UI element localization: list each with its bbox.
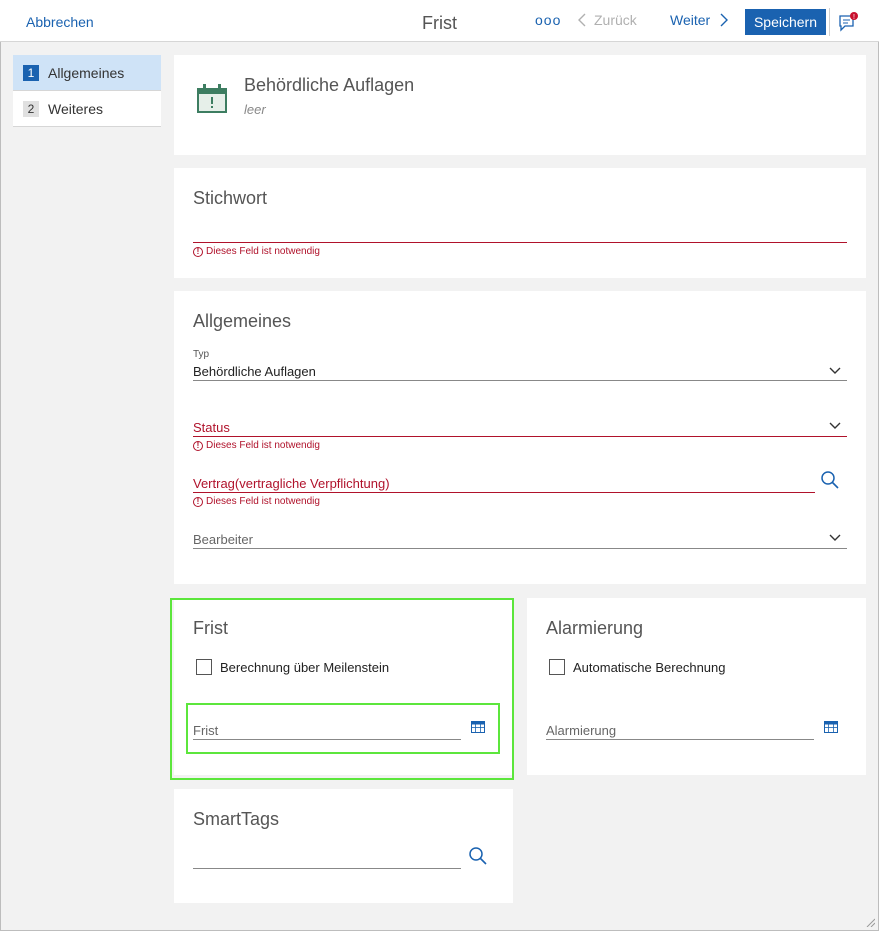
highlight-frist-field (186, 703, 500, 754)
chevron-left-icon (578, 13, 586, 27)
back-button[interactable]: Zurück (578, 12, 637, 28)
record-title: Behördliche Auflagen (244, 75, 415, 95)
chevron-down-icon[interactable] (829, 367, 841, 375)
alarm-field-label: Alarmierung (546, 723, 617, 738)
sidebar-item-label: Weiteres (48, 100, 103, 117)
bearbeiter-label: Bearbeiter (193, 532, 253, 547)
notification-badge: ! (853, 14, 855, 21)
stichwort-input[interactable] (193, 242, 847, 243)
smarttags-input[interactable] (193, 868, 461, 869)
smarttags-title: SmartTags (193, 809, 280, 829)
typ-label: Typ (193, 349, 210, 360)
typ-select[interactable] (193, 380, 847, 381)
status-select[interactable] (193, 436, 847, 437)
more-options-button[interactable]: ooo (535, 12, 561, 28)
sidebar-item-allgemeines[interactable]: 1 Allgemeines (13, 55, 161, 91)
next-button[interactable]: Weiter (670, 12, 729, 28)
error-text: Dieses Feld ist notwendig (206, 440, 320, 451)
stichwort-error: ! Dieses Feld ist notwendig (193, 246, 320, 257)
alarm-date-input[interactable] (546, 739, 814, 740)
bearbeiter-select[interactable] (193, 548, 847, 549)
smarttags-card: SmartTags (174, 789, 513, 903)
allgemeines-title: Allgemeines (193, 311, 292, 331)
chevron-down-icon[interactable] (829, 534, 841, 542)
error-text: Dieses Feld ist notwendig (206, 246, 320, 257)
calendar-icon[interactable] (824, 721, 838, 733)
chat-icon: ! (839, 12, 858, 32)
vertrag-error: ! Dieses Feld ist notwendig (193, 496, 320, 507)
cancel-button[interactable]: Abbrechen (26, 14, 94, 30)
resize-grip-icon[interactable] (865, 917, 875, 927)
top-bar: Abbrechen Frist ooo Zurück Weiter Speich… (0, 0, 879, 42)
comments-button[interactable]: ! (838, 12, 860, 32)
back-label: Zurück (594, 12, 637, 28)
search-icon[interactable] (468, 846, 488, 866)
error-icon: ! (193, 440, 203, 451)
next-label: Weiter (670, 12, 711, 28)
auto-berechnung-checkbox[interactable] (549, 659, 565, 675)
chevron-down-icon[interactable] (829, 422, 841, 430)
auto-berechnung-checkbox-label: Automatische Berechnung (573, 660, 726, 675)
record-subtitle: leer (244, 102, 266, 117)
stichwort-title: Stichwort (193, 188, 268, 208)
alarm-title: Alarmierung (546, 618, 644, 638)
error-text: Dieses Feld ist notwendig (206, 496, 320, 507)
status-error: ! Dieses Feld ist notwendig (193, 440, 320, 451)
vertrag-label: Vertrag(vertragliche Verpflichtung) (193, 476, 390, 491)
toolbar-divider (829, 8, 830, 36)
search-icon[interactable] (820, 470, 840, 490)
error-icon: ! (193, 496, 203, 507)
sidebar-item-label: Allgemeines (48, 64, 125, 81)
calendar-alert-icon (197, 84, 227, 113)
step-number: 2 (23, 100, 39, 117)
sidebar: 1 Allgemeines 2 Weiteres (13, 55, 161, 127)
stichwort-card: Stichwort ! Dieses Feld ist notwendig (174, 168, 866, 278)
alarm-card: Alarmierung Automatische Berechnung Alar… (527, 598, 866, 775)
sidebar-item-weiteres[interactable]: 2 Weiteres (13, 91, 161, 127)
save-button[interactable]: Speichern (745, 9, 826, 35)
step-number: 1 (23, 64, 39, 81)
chevron-right-icon (720, 13, 729, 27)
typ-value: Behördliche Auflagen (193, 364, 316, 379)
status-label: Status (193, 420, 230, 435)
vertrag-input[interactable] (193, 492, 815, 493)
error-icon: ! (193, 246, 203, 257)
header-card: Behördliche Auflagen leer (174, 55, 866, 155)
allgemeines-card: Allgemeines Typ Behördliche Auflagen Sta… (174, 291, 866, 584)
